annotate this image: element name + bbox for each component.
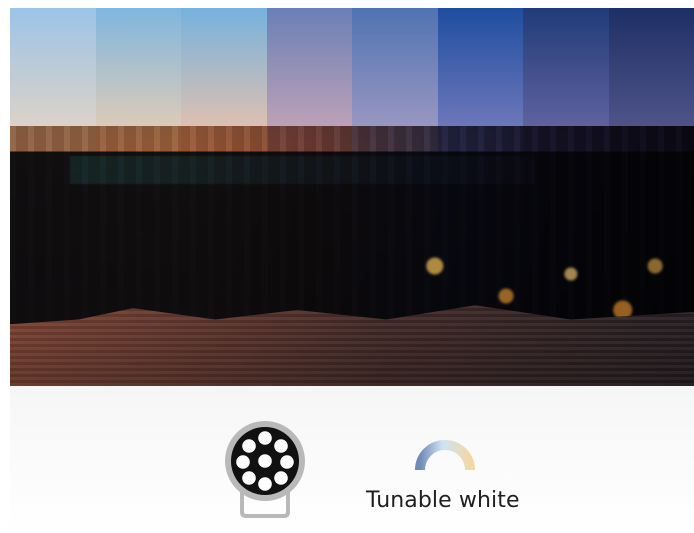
tunable-white-arc-icon <box>414 440 476 472</box>
city-time-lapse-photo <box>10 8 694 386</box>
led-fixture-icon <box>224 420 306 520</box>
tunable-white-label: Tunable white <box>366 488 520 513</box>
caption-area <box>10 386 694 533</box>
